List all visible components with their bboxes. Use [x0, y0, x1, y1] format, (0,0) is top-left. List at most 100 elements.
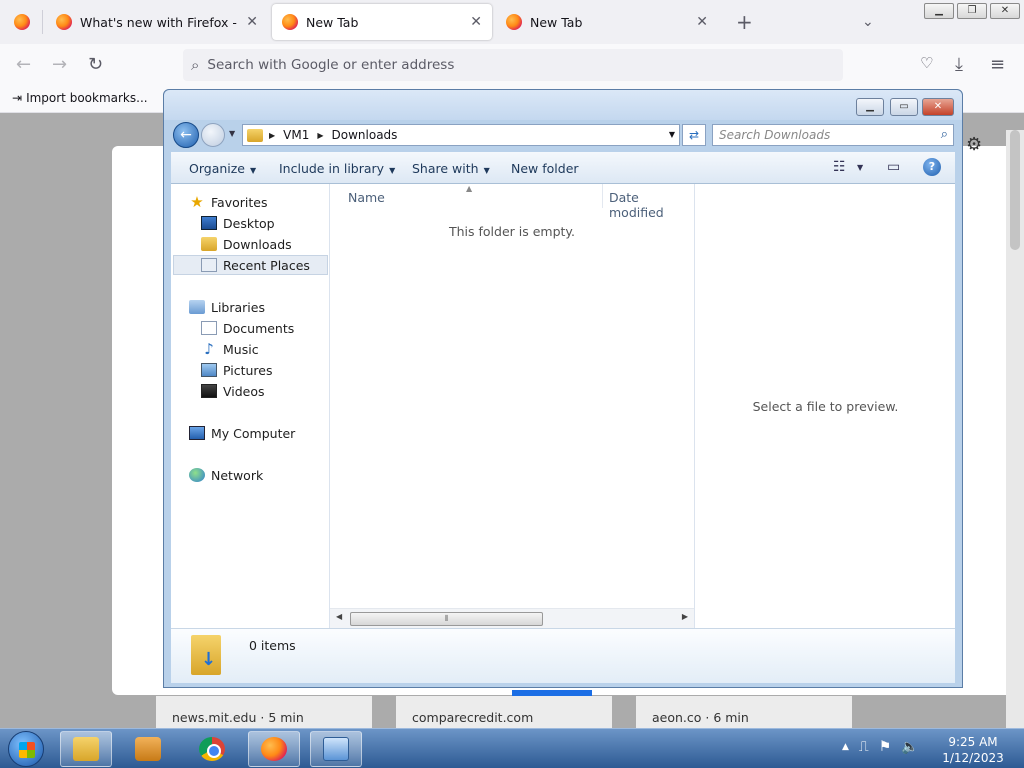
scrollbar-thumb[interactable]: ⦀: [350, 612, 543, 626]
search-placeholder: Search Downloads: [719, 128, 831, 142]
browser-window-controls: ▁ ❐ ✕: [924, 3, 1020, 19]
close-tab-icon[interactable]: ✕: [246, 14, 258, 30]
explorer-window: ▁ ▭ ✕ ← ▼ ▶ VM1 ▶ Downloads ▼ ⇄ Search D…: [163, 89, 963, 688]
nav-libraries[interactable]: Libraries: [189, 297, 265, 317]
minimize-button[interactable]: ▁: [856, 98, 884, 116]
refresh-icon[interactable]: ⇄: [682, 124, 706, 146]
taskbar-chrome[interactable]: [186, 731, 238, 767]
scroll-left-icon[interactable]: ◀: [336, 612, 342, 621]
horizontal-scrollbar[interactable]: ◀ ⦀ ▶: [330, 608, 694, 628]
column-header-date-modified[interactable]: Date modified: [609, 184, 694, 220]
url-bar[interactable]: ⌕ Search with Google or enter address: [183, 49, 843, 81]
scrollbar-thumb[interactable]: [1010, 130, 1020, 250]
close-tab-icon[interactable]: ✕: [696, 14, 708, 30]
column-header-name[interactable]: Name: [348, 184, 385, 208]
libraries-icon: [189, 300, 205, 314]
back-arrow-icon[interactable]: ←: [16, 54, 31, 75]
minimize-button[interactable]: ▁: [924, 3, 954, 19]
start-button[interactable]: [8, 731, 44, 767]
nav-desktop[interactable]: Desktop: [201, 213, 275, 233]
menu-hamburger-icon[interactable]: ≡: [990, 54, 1005, 75]
video-icon: [201, 384, 217, 398]
explorer-title-bar[interactable]: ▁ ▭ ✕: [164, 90, 962, 120]
action-center-flag-icon[interactable]: ⚑: [879, 739, 892, 755]
nav-music[interactable]: ♪ Music: [201, 339, 259, 359]
list-all-tabs-chevron-icon[interactable]: ⌄: [852, 4, 880, 40]
reload-icon[interactable]: ↻: [88, 54, 103, 75]
taskbar-media-player[interactable]: [122, 731, 174, 767]
help-icon[interactable]: ?: [923, 158, 941, 176]
search-input[interactable]: Search Downloads ⌕: [712, 124, 954, 146]
breadcrumb-downloads[interactable]: Downloads: [332, 128, 398, 142]
volume-icon[interactable]: 🔈: [901, 739, 918, 755]
close-window-button[interactable]: ✕: [922, 98, 954, 116]
gear-icon[interactable]: ⚙: [966, 134, 982, 155]
close-window-button[interactable]: ✕: [990, 3, 1020, 19]
show-hidden-icons-icon[interactable]: ▲: [842, 742, 849, 755]
preview-pane-icon[interactable]: ▭: [887, 159, 900, 175]
nav-downloads[interactable]: Downloads: [201, 234, 292, 254]
new-tab-button[interactable]: +: [726, 4, 754, 40]
address-dropdown-icon[interactable]: ▼: [669, 130, 675, 139]
organize-button[interactable]: Organize ▼: [189, 161, 256, 176]
system-clock[interactable]: 9:25 AM 1/12/2023: [940, 734, 1006, 766]
share-with-button[interactable]: Share with ▼: [412, 161, 490, 176]
taskbar-firefox[interactable]: [248, 731, 300, 767]
downloads-icon[interactable]: ⤓: [955, 54, 963, 75]
music-note-icon: ♪: [204, 340, 214, 358]
top-site-tile[interactable]: news.mit.edu · 5 min: [156, 696, 372, 728]
picture-icon: [201, 363, 217, 377]
new-folder-button[interactable]: New folder: [511, 161, 579, 176]
forward-arrow-icon[interactable]: →: [52, 54, 67, 75]
folder-icon: [247, 128, 263, 142]
breadcrumb-arrow-icon[interactable]: ▶: [269, 131, 275, 140]
nav-label: Recent Places: [223, 257, 310, 273]
share-with-label: Share with: [412, 161, 479, 176]
search-icon: ⌕: [940, 127, 948, 142]
nav-label: Music: [223, 341, 259, 357]
taskbar-explorer[interactable]: [60, 731, 112, 767]
nav-my-computer[interactable]: My Computer: [189, 423, 295, 443]
organize-label: Organize: [189, 161, 245, 176]
import-bookmarks-link[interactable]: ⇥ Import bookmarks...: [12, 91, 148, 105]
column-divider[interactable]: [602, 184, 603, 208]
firefox-icon: [56, 14, 72, 30]
scroll-right-icon[interactable]: ▶: [682, 612, 688, 621]
network-icon[interactable]: ⎍: [859, 739, 869, 755]
tab-new-tab[interactable]: New Tab ✕: [496, 4, 718, 40]
nav-videos[interactable]: Videos: [201, 381, 265, 401]
address-bar[interactable]: ▶ VM1 ▶ Downloads ▼: [242, 124, 680, 146]
dropdown-arrow-icon: ▼: [483, 166, 490, 175]
nav-pictures[interactable]: Pictures: [201, 360, 273, 380]
windows-taskbar: ▲ ⎍ ⚑ 🔈 9:25 AM 1/12/2023: [0, 728, 1024, 768]
tab-title: New Tab: [530, 14, 583, 30]
tab-new-tab-active[interactable]: New Tab ✕: [272, 4, 492, 40]
change-view-icon[interactable]: ☷: [833, 159, 846, 175]
restore-button[interactable]: ❐: [957, 3, 987, 19]
nav-recent-places[interactable]: Recent Places: [173, 255, 328, 275]
nav-label: Documents: [223, 320, 295, 336]
nav-favorites[interactable]: ★ Favorites: [189, 192, 267, 212]
nav-documents[interactable]: Documents: [201, 318, 294, 338]
firefox-view-button[interactable]: [4, 4, 40, 40]
page-scrollbar[interactable]: [1006, 130, 1024, 728]
breadcrumb-arrow-icon[interactable]: ▶: [317, 131, 323, 140]
forward-arrow-icon[interactable]: [201, 123, 225, 147]
taskbar-control-panel[interactable]: [310, 731, 362, 767]
view-dropdown-icon[interactable]: ▼: [857, 163, 863, 172]
top-site-tile[interactable]: comparecredit.com: [396, 696, 612, 728]
sort-arrow-icon: ▲: [466, 184, 473, 193]
breadcrumb-vm1[interactable]: VM1: [283, 128, 309, 142]
file-list-pane: ▲ Name Date modified This folder is empt…: [330, 184, 694, 628]
maximize-button[interactable]: ▭: [890, 98, 918, 116]
nav-network[interactable]: Network: [189, 465, 263, 485]
include-in-library-button[interactable]: Include in library ▼: [279, 161, 395, 176]
top-site-tile[interactable]: aeon.co · 6 min: [636, 696, 852, 728]
tab-whats-new[interactable]: What's new with Firefox - More ✕: [46, 4, 268, 40]
firefox-icon: [506, 14, 522, 30]
close-tab-icon[interactable]: ✕: [470, 14, 482, 30]
history-dropdown-icon[interactable]: ▼: [229, 129, 235, 138]
back-arrow-icon[interactable]: ←: [173, 122, 199, 148]
pocket-icon[interactable]: ♡: [920, 54, 933, 72]
downloads-folder-icon: ↓: [191, 635, 221, 675]
